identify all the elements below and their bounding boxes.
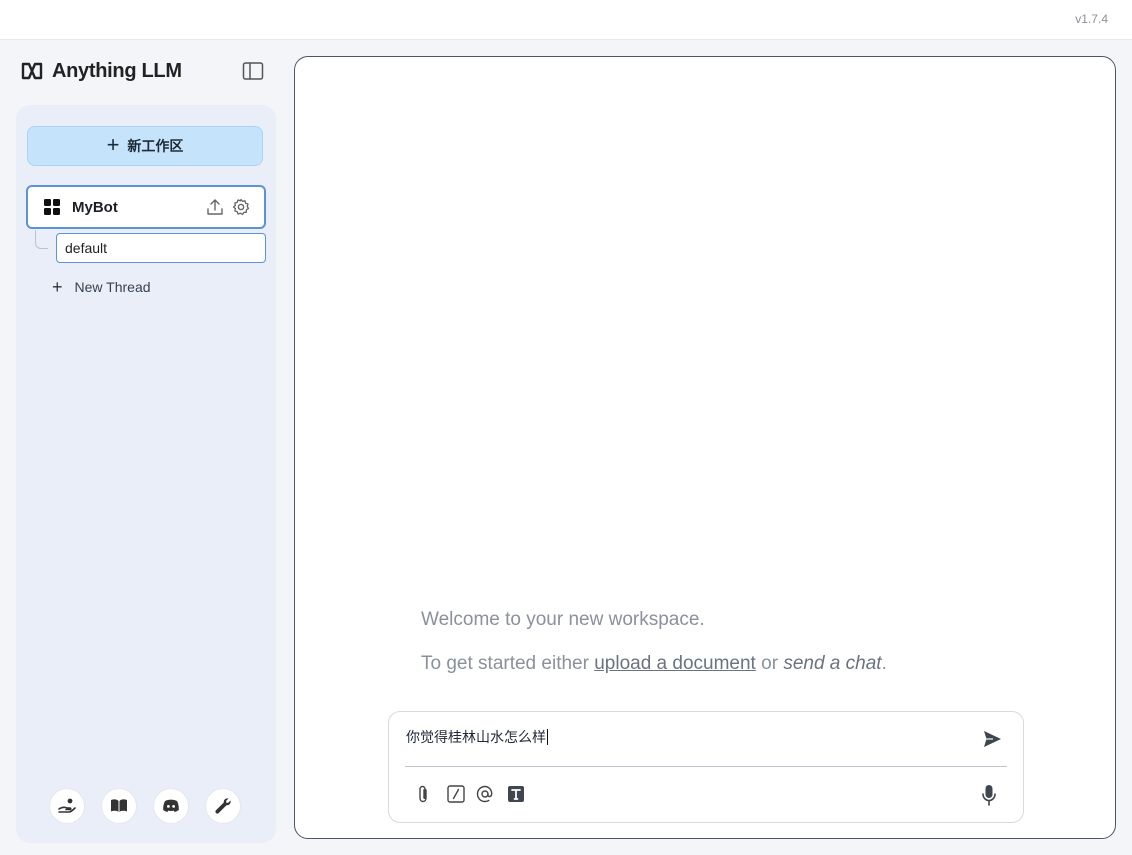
or-text: or [761, 653, 779, 674]
send-icon[interactable] [981, 728, 1003, 750]
version-label: v1.7.4 [1075, 12, 1108, 26]
period-text: . [881, 653, 887, 674]
at-mention-icon[interactable] [475, 784, 495, 804]
prompt-divider [405, 766, 1007, 767]
top-bar: v1.7.4 [0, 0, 1132, 40]
new-workspace-label: 新工作区 [127, 138, 184, 154]
plus-icon: + [52, 277, 63, 297]
gear-icon[interactable] [232, 198, 250, 216]
discord-icon [163, 799, 179, 812]
sidebar: + 新工作区 MyBot default + New Thread [16, 105, 276, 843]
sidebar-footer [50, 789, 240, 823]
sidebar-toggle-icon [242, 62, 264, 80]
new-workspace-button[interactable]: + 新工作区 [27, 126, 263, 166]
prompt-input-box[interactable]: 你觉得桂林山水怎么样 [388, 711, 1024, 823]
prompt-input-value: 你觉得桂林山水怎么样 [406, 730, 546, 746]
attachment-icon[interactable] [413, 784, 433, 804]
workspace-grid-icon [44, 199, 60, 215]
sidebar-toggle-button[interactable] [242, 61, 264, 81]
community-hub-icon [58, 798, 76, 813]
docs-button[interactable] [102, 789, 136, 823]
prompt-input[interactable]: 你觉得桂林山水怎么样 [406, 727, 548, 747]
getting-started-prefix: To get started either [421, 653, 589, 674]
settings-wrench-icon [215, 798, 231, 814]
text-size-icon[interactable] [506, 784, 526, 804]
thread-connector [35, 230, 48, 249]
getting-started-text: To get started either upload a document … [421, 653, 887, 675]
upload-icon[interactable] [206, 198, 224, 216]
thread-item-default[interactable]: default [56, 233, 266, 263]
slash-command-icon[interactable] [446, 784, 466, 804]
community-hub-button[interactable] [50, 789, 84, 823]
chat-panel: Welcome to your new workspace. To get st… [294, 56, 1116, 839]
welcome-text: Welcome to your new workspace. [421, 609, 705, 630]
upload-document-link[interactable]: upload a document [594, 653, 756, 674]
text-caret [547, 729, 548, 745]
new-thread-label: New Thread [74, 279, 151, 295]
microphone-icon[interactable] [979, 783, 999, 807]
anythingllm-logo-icon [21, 62, 43, 80]
send-chat-text[interactable]: send a chat [783, 653, 881, 674]
new-thread-button[interactable]: + New Thread [52, 277, 151, 297]
workspace-item-mybot[interactable]: MyBot [26, 185, 266, 229]
workspace-name: MyBot [72, 198, 118, 216]
settings-button[interactable] [206, 789, 240, 823]
docs-icon [111, 799, 127, 812]
brand-name: Anything LLM [52, 59, 182, 82]
plus-icon: + [106, 132, 120, 157]
discord-button[interactable] [154, 789, 188, 823]
brand: Anything LLM [20, 59, 182, 83]
